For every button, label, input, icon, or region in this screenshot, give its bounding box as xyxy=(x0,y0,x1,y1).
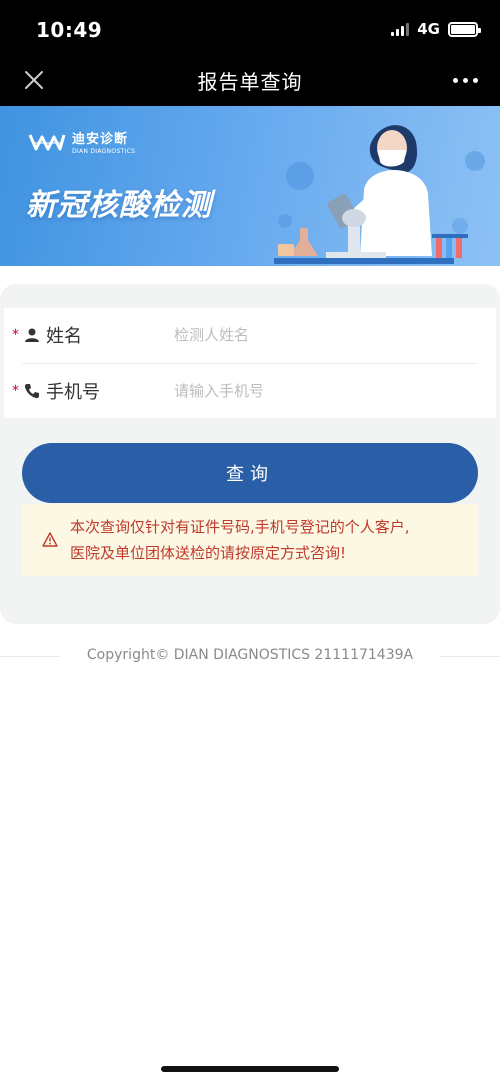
brand-logo: 迪安诊断 DIAN DIAGNOSTICS xyxy=(28,128,135,155)
status-bar: 10:49 4G xyxy=(0,0,500,58)
phone-input[interactable] xyxy=(174,376,474,406)
status-time: 10:49 xyxy=(36,18,103,42)
network-label: 4G xyxy=(417,20,440,38)
divider xyxy=(440,656,500,657)
page-title: 报告单查询 xyxy=(197,70,303,94)
query-form: * 姓名 * 手机号 xyxy=(4,308,496,418)
home-indicator[interactable] xyxy=(161,1066,339,1072)
query-button[interactable]: 查询 xyxy=(22,443,478,503)
phone-label: 手机号 xyxy=(46,382,100,403)
person-icon xyxy=(25,328,39,342)
warning-icon xyxy=(42,532,58,547)
logo-mark-icon xyxy=(28,133,66,150)
banner: 迪安诊断 DIAN DIAGNOSTICS 新冠核酸检测 xyxy=(0,106,500,266)
name-label: 姓名 xyxy=(46,326,82,347)
phone-row: * 手机号 xyxy=(12,363,478,418)
name-input[interactable] xyxy=(174,320,474,350)
more-icon[interactable] xyxy=(453,78,478,83)
query-card: * 姓名 * 手机号 查询 本次查询仅针对有证件号码,手机号登记的个人客户, 医 xyxy=(0,284,500,624)
notice-line-2: 医院及单位团体送检的请按原定方式咨询! xyxy=(70,544,347,562)
signal-icon xyxy=(391,22,410,36)
required-mark: * xyxy=(12,327,19,343)
lab-scientist-illustration xyxy=(274,125,485,264)
notice-text: 本次查询仅针对有证件号码,手机号登记的个人客户, 医院及单位团体送检的请按原定方… xyxy=(70,514,470,566)
logo-text-cn: 迪安诊断 xyxy=(72,132,129,147)
required-mark: * xyxy=(12,383,19,399)
phone-icon xyxy=(24,384,39,399)
nav-bar: 报告单查询 xyxy=(0,58,500,106)
banner-title: 新冠核酸检测 xyxy=(26,188,212,223)
notice-line-1: 本次查询仅针对有证件号码,手机号登记的个人客户, xyxy=(70,518,410,536)
status-indicators: 4G xyxy=(391,20,481,38)
copyright-text: Copyright© DIAN DIAGNOSTICS 2111171439A xyxy=(86,647,414,663)
logo-text-en: DIAN DIAGNOSTICS xyxy=(72,148,136,155)
battery-icon xyxy=(448,21,481,37)
footer: Copyright© DIAN DIAGNOSTICS 2111171439A xyxy=(0,645,500,669)
notice-box: 本次查询仅针对有证件号码,手机号登记的个人客户, 医院及单位团体送检的请按原定方… xyxy=(22,504,478,576)
name-row: * 姓名 xyxy=(4,308,496,363)
